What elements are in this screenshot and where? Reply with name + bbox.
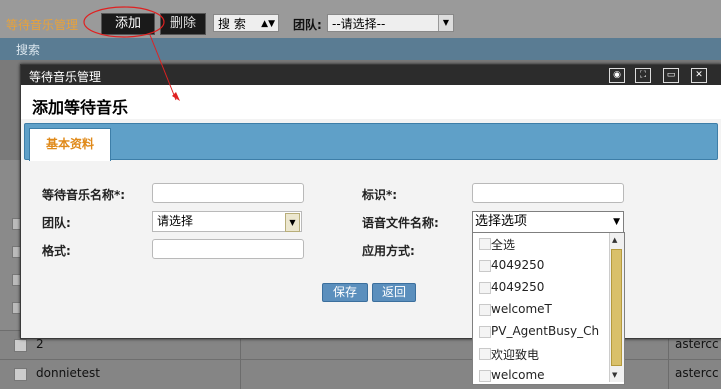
team-filter-label: 团队: [293, 18, 322, 32]
option-label: 4049250 [491, 258, 545, 272]
team-select[interactable]: 请选择 ▼ [152, 211, 302, 232]
option-checkbox[interactable] [479, 304, 491, 316]
row-name: donnietest [36, 366, 100, 380]
dropdown-option[interactable]: welcomeT [473, 299, 608, 321]
dropdown-option[interactable]: 全选 [473, 233, 608, 255]
format-input[interactable] [152, 239, 304, 259]
restore-icon[interactable]: ◉ [609, 68, 625, 83]
scrollbar-thumb[interactable] [611, 249, 622, 366]
row-name: 2 [36, 337, 44, 351]
format-label: 格式: [42, 244, 71, 258]
option-checkbox[interactable] [479, 282, 491, 294]
dropdown-option[interactable]: 4049250 [473, 255, 608, 277]
back-button[interactable]: 返回 [372, 283, 416, 302]
option-checkbox[interactable] [479, 238, 491, 250]
option-checkbox[interactable] [479, 260, 491, 272]
close-icon[interactable]: ✕ [691, 68, 707, 83]
apply-method-label: 应用方式: [362, 244, 415, 258]
option-checkbox[interactable] [479, 326, 491, 338]
save-button[interactable]: 保存 [322, 283, 368, 302]
dropdown-option[interactable]: 4049250 [473, 277, 608, 299]
dropdown-option[interactable]: welcome [473, 365, 608, 384]
option-checkbox[interactable] [479, 370, 491, 382]
team-filter-value: --请选择-- [332, 17, 386, 31]
team-filter-select[interactable]: --请选择-- ▼ [327, 14, 454, 32]
dialog-heading: 添加等待音乐 [32, 98, 129, 117]
dropdown-scrollbar[interactable]: ▲ ▼ [609, 233, 624, 382]
row-checkbox[interactable] [14, 368, 27, 381]
option-label: welcome [491, 368, 545, 382]
scroll-down-icon[interactable]: ▼ [612, 371, 617, 379]
dropdown-option[interactable]: PV_AgentBusy_Ch [473, 321, 608, 343]
chevron-down-icon: ▼ [285, 213, 300, 232]
option-label: PV_AgentBusy_Ch [491, 324, 600, 338]
row-tail: astercc [675, 366, 719, 380]
minimize-icon[interactable]: ▭ [663, 68, 679, 83]
option-label: 4049250 [491, 280, 545, 294]
option-label: welcomeT [491, 302, 552, 316]
search-bar-label: 搜索 [16, 43, 41, 57]
delete-button[interactable]: 删除 [160, 13, 206, 35]
double-chevron-icon: ▲▼ [261, 19, 275, 29]
chevron-down-icon: ▼ [613, 217, 620, 227]
voice-file-dropdown[interactable]: 全选 4049250 4049250 welcomeT PV_AgentBusy… [472, 232, 625, 385]
identifier-label: 标识*: [362, 188, 398, 202]
tab-bar: 基本资料 [24, 123, 718, 161]
row-tail: astercc [675, 337, 719, 351]
maximize-icon[interactable]: ⛶ [635, 68, 651, 83]
dialog-title: 等待音乐管理 [29, 70, 102, 84]
app-title: 等待音乐管理 [6, 18, 79, 32]
music-name-input[interactable] [152, 183, 304, 203]
team-select-value: 请选择 [157, 214, 194, 228]
add-button[interactable]: 添加 [101, 13, 155, 35]
option-label: 全选 [491, 238, 516, 252]
option-label: 欢迎致电 [491, 348, 540, 362]
search-bar: 搜索 [0, 38, 721, 60]
team-label: 团队: [42, 216, 71, 230]
search-select-value: 搜 索 [218, 17, 246, 31]
tab-basic-info[interactable]: 基本资料 [29, 128, 111, 161]
dropdown-option[interactable]: 欢迎致电 [473, 343, 608, 365]
voice-file-label: 语音文件名称: [362, 216, 439, 230]
voice-file-select[interactable]: 选择选项 ▼ [472, 211, 624, 233]
option-checkbox[interactable] [479, 348, 491, 360]
row-checkbox[interactable] [14, 339, 27, 352]
chevron-down-icon: ▼ [438, 15, 453, 31]
music-name-label: 等待音乐名称*: [42, 188, 126, 202]
search-select[interactable]: 搜 索 ▲▼ [213, 14, 279, 32]
table-left-edge [0, 160, 24, 330]
identifier-input[interactable] [472, 183, 624, 203]
scroll-up-icon[interactable]: ▲ [612, 236, 617, 244]
voice-file-value: 选择选项 [475, 214, 528, 229]
